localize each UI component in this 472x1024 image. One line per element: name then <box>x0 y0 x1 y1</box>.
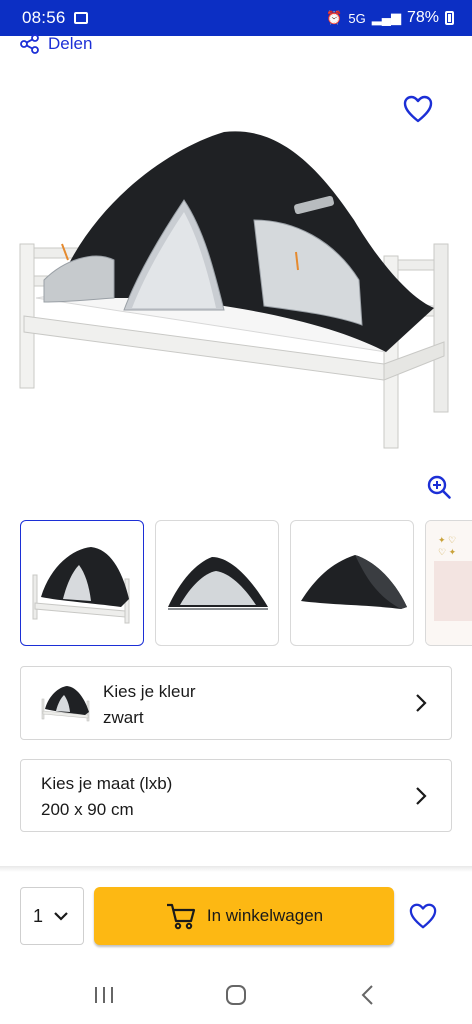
size-label: Kies je maat (lxb) <box>41 774 173 793</box>
quantity-select[interactable]: 1 <box>20 887 84 945</box>
chevron-right-icon <box>416 694 427 712</box>
thumbnail-3[interactable] <box>290 520 414 646</box>
gallery-icon <box>73 12 88 24</box>
add-to-cart-button[interactable]: In winkelwagen <box>94 887 394 945</box>
size-selector[interactable]: Kies je maat (lxb) 200 x 90 cm <box>20 759 452 832</box>
tent-bed-thumb-2 <box>168 557 268 610</box>
zoom-button[interactable] <box>426 474 452 505</box>
tent-bed-thumb-1 <box>32 547 130 624</box>
back-icon <box>361 985 373 1005</box>
network-5g-icon: 5G <box>348 10 366 26</box>
product-main-image[interactable] <box>14 120 454 460</box>
section-divider <box>0 866 472 872</box>
color-swatch-thumbnail <box>41 686 90 722</box>
share-icon <box>20 34 39 54</box>
color-selector[interactable]: Kies je kleur zwart <box>20 666 452 740</box>
recent-apps-icon <box>95 987 113 1003</box>
share-label: Delen <box>48 34 93 53</box>
share-button[interactable]: Delen <box>20 34 92 54</box>
back-button[interactable] <box>358 984 378 1011</box>
tent-bed-thumb-3 <box>301 555 407 609</box>
signal-icon: ▂▄▆ <box>371 10 401 25</box>
home-icon <box>226 985 246 1005</box>
home-button[interactable] <box>224 984 248 1011</box>
status-bar: 08:56 ⏰ 5G ▂▄▆ 78% <box>0 0 472 36</box>
battery-icon <box>445 11 454 25</box>
quantity-value: 1 <box>33 905 44 926</box>
size-value: 200 x 90 cm <box>41 800 134 819</box>
svg-text:♡ ✦: ♡ ✦ <box>438 547 457 557</box>
battery-percent: 78% <box>406 9 439 26</box>
alarm-icon: ⏰ <box>326 10 343 25</box>
chevron-right-icon <box>416 786 427 805</box>
thumbnail-1[interactable] <box>20 520 144 646</box>
status-icons: ⏰ 5G ▂▄▆ 78% <box>326 9 454 27</box>
svg-text:✦ ♡: ✦ ♡ <box>438 535 456 545</box>
color-value: zwart <box>103 708 144 727</box>
add-to-cart-label: In winkelwagen <box>206 906 324 925</box>
tent-bed-thumb-4: ✦ ♡ ♡ ✦ <box>426 521 472 645</box>
status-time: 08:56 <box>22 8 66 27</box>
favorite-button-bottom[interactable] <box>408 902 438 935</box>
thumbnail-4[interactable]: ✦ ♡ ♡ ✦ <box>425 520 472 646</box>
heart-icon <box>409 903 437 929</box>
color-label: Kies je kleur <box>103 682 196 701</box>
system-navigation-bar <box>0 970 472 1024</box>
tent-bed-black-icon <box>19 131 449 449</box>
shopping-cart-icon <box>166 903 195 930</box>
recent-apps-button[interactable] <box>92 984 116 1011</box>
thumbnail-2[interactable] <box>155 520 279 646</box>
zoom-in-icon <box>427 475 451 499</box>
thumbnail-strip: ✦ ♡ ♡ ✦ <box>20 520 472 648</box>
chevron-down-icon <box>54 912 68 921</box>
